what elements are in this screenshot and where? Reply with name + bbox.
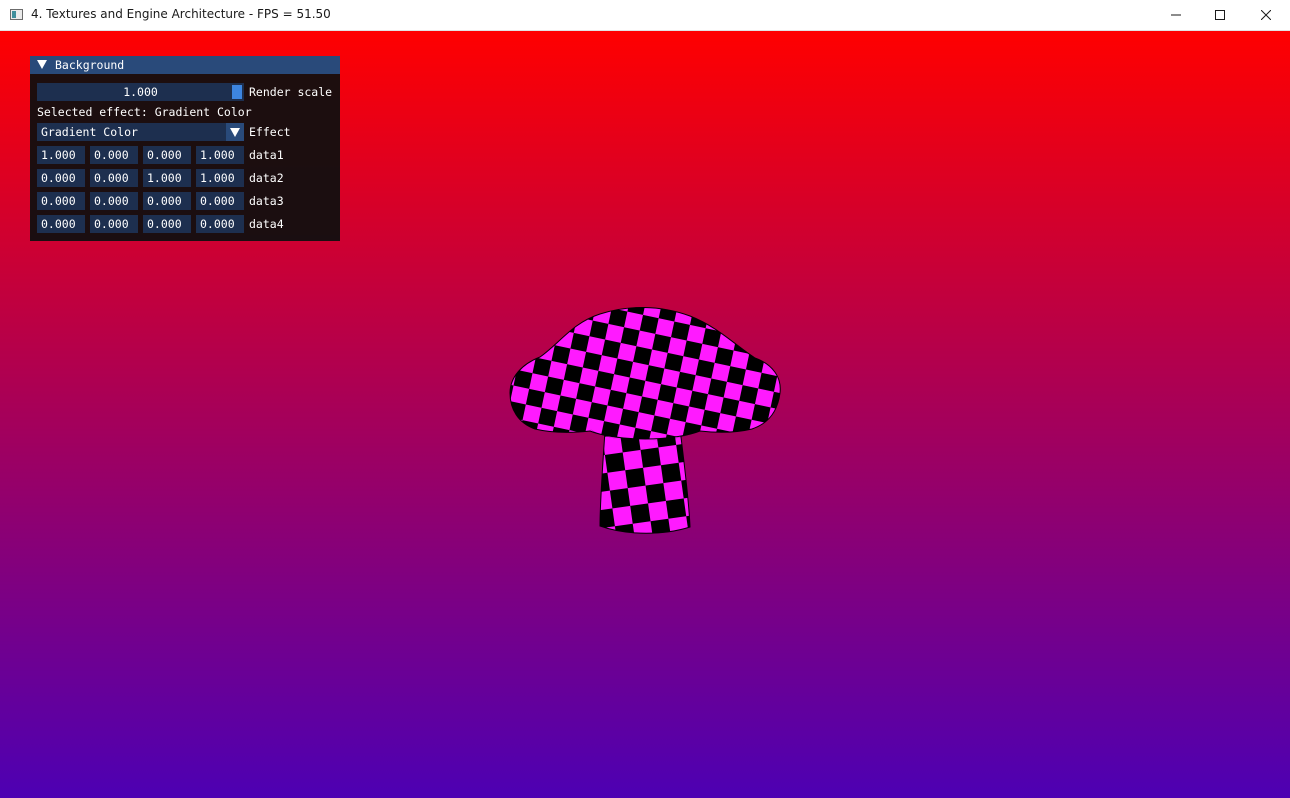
render-viewport[interactable]: Background 1.000 Render scale Selected e… <box>0 31 1290 798</box>
render-scale-slider[interactable]: 1.000 <box>37 83 244 101</box>
app-window-icon <box>10 9 23 20</box>
data2-label: data2 <box>249 171 284 185</box>
data1-w-field[interactable]: 1.000 <box>196 146 244 164</box>
close-icon <box>1261 10 1271 20</box>
data3-y-field[interactable]: 0.000 <box>90 192 138 210</box>
data4-label: data4 <box>249 217 284 231</box>
data2-z-field[interactable]: 1.000 <box>143 169 191 187</box>
effect-combo[interactable]: Gradient Color <box>37 123 244 141</box>
chevron-down-icon[interactable] <box>226 123 244 141</box>
collapse-triangle-icon[interactable] <box>37 60 47 69</box>
data1-z-field[interactable]: 0.000 <box>143 146 191 164</box>
data3-z-field[interactable]: 0.000 <box>143 192 191 210</box>
effect-label: Effect <box>249 125 291 139</box>
data3-x-field[interactable]: 0.000 <box>37 192 85 210</box>
data4-y-field[interactable]: 0.000 <box>90 215 138 233</box>
minimize-button[interactable] <box>1153 0 1199 30</box>
effect-combo-value: Gradient Color <box>41 125 138 139</box>
data1-label: data1 <box>249 148 284 162</box>
data4-x-field[interactable]: 0.000 <box>37 215 85 233</box>
data2-x-field[interactable]: 0.000 <box>37 169 85 187</box>
data1-x-field[interactable]: 1.000 <box>37 146 85 164</box>
data1-y-field[interactable]: 0.000 <box>90 146 138 164</box>
data2-w-field[interactable]: 1.000 <box>196 169 244 187</box>
mushroom-stem <box>599 428 691 534</box>
data4-w-field[interactable]: 0.000 <box>196 215 244 233</box>
window-title: 4. Textures and Engine Architecture - FP… <box>31 7 331 21</box>
maximize-button[interactable] <box>1197 0 1243 30</box>
app-window: 4. Textures and Engine Architecture - FP… <box>0 0 1290 798</box>
imgui-background-panel[interactable]: Background 1.000 Render scale Selected e… <box>30 56 340 241</box>
mushroom-cap <box>509 307 781 440</box>
selected-effect-text: Selected effect: Gradient Color <box>37 105 252 119</box>
render-scale-value: 1.000 <box>123 85 158 99</box>
data3-label: data3 <box>249 194 284 208</box>
close-button[interactable] <box>1243 0 1289 30</box>
data4-z-field[interactable]: 0.000 <box>143 215 191 233</box>
data3-w-field[interactable]: 0.000 <box>196 192 244 210</box>
title-bar[interactable]: 4. Textures and Engine Architecture - FP… <box>0 0 1290 31</box>
minimize-icon <box>1171 14 1181 16</box>
data2-y-field[interactable]: 0.000 <box>90 169 138 187</box>
slider-grab-handle[interactable] <box>232 85 242 99</box>
panel-header[interactable]: Background <box>30 56 340 74</box>
render-scale-label: Render scale <box>249 85 333 99</box>
panel-title: Background <box>55 58 125 72</box>
maximize-icon <box>1215 10 1225 20</box>
